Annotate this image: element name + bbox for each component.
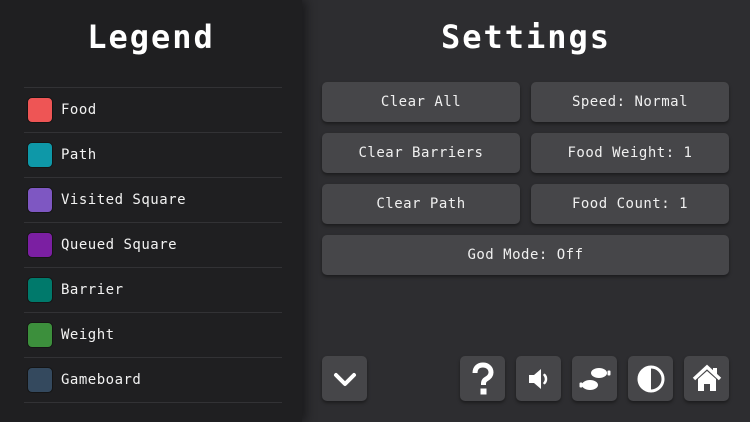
clear-path-button[interactable]: Clear Path: [322, 184, 520, 224]
legend-item-food: Food: [24, 87, 282, 132]
sound-button[interactable]: [516, 356, 561, 401]
legend-label: Gameboard: [61, 372, 142, 388]
legend-title: Legend: [87, 18, 215, 56]
god-mode-button[interactable]: God Mode: Off: [322, 235, 729, 275]
legend-item-barrier: Barrier: [24, 267, 282, 312]
theme-button[interactable]: [628, 356, 673, 401]
question-icon: [472, 361, 494, 394]
help-button[interactable]: [460, 356, 505, 401]
home-button[interactable]: [684, 356, 729, 401]
steps-button[interactable]: [572, 356, 617, 401]
barrier-swatch: [27, 277, 53, 303]
contrast-icon: [637, 365, 664, 392]
legend-item-queued: Queued Square: [24, 222, 282, 267]
clear-all-button[interactable]: Clear All: [322, 82, 520, 122]
legend-panel: Legend Food Path Visited Square Queued S…: [0, 0, 302, 422]
path-swatch: [27, 142, 53, 168]
legend-item-weight: Weight: [24, 312, 282, 357]
home-icon: [692, 364, 721, 391]
weight-swatch: [27, 322, 53, 348]
legend-label: Queued Square: [61, 237, 178, 253]
speed-button[interactable]: Speed: Normal: [531, 82, 729, 122]
settings-title: Settings: [440, 18, 612, 56]
chevron-down-icon: [333, 372, 356, 386]
queued-swatch: [27, 232, 53, 258]
food-weight-button[interactable]: Food Weight: 1: [531, 133, 729, 173]
speaker-icon: [528, 368, 547, 389]
legend-label: Barrier: [61, 282, 124, 298]
legend-list: Food Path Visited Square Queued Square B…: [24, 87, 282, 403]
legend-item-gameboard: Gameboard: [24, 357, 282, 403]
legend-item-path: Path: [24, 132, 282, 177]
food-count-button[interactable]: Food Count: 1: [531, 184, 729, 224]
legend-label: Visited Square: [61, 192, 187, 208]
legend-label: Food: [61, 102, 97, 118]
footprints-icon: [579, 367, 610, 390]
gameboard-swatch: [27, 367, 53, 393]
food-swatch: [27, 97, 53, 123]
legend-item-visited: Visited Square: [24, 177, 282, 222]
legend-label: Path: [61, 147, 97, 163]
clear-barriers-button[interactable]: Clear Barriers: [322, 133, 520, 173]
visited-swatch: [27, 187, 53, 213]
collapse-button[interactable]: [322, 356, 367, 401]
legend-label: Weight: [61, 327, 115, 343]
